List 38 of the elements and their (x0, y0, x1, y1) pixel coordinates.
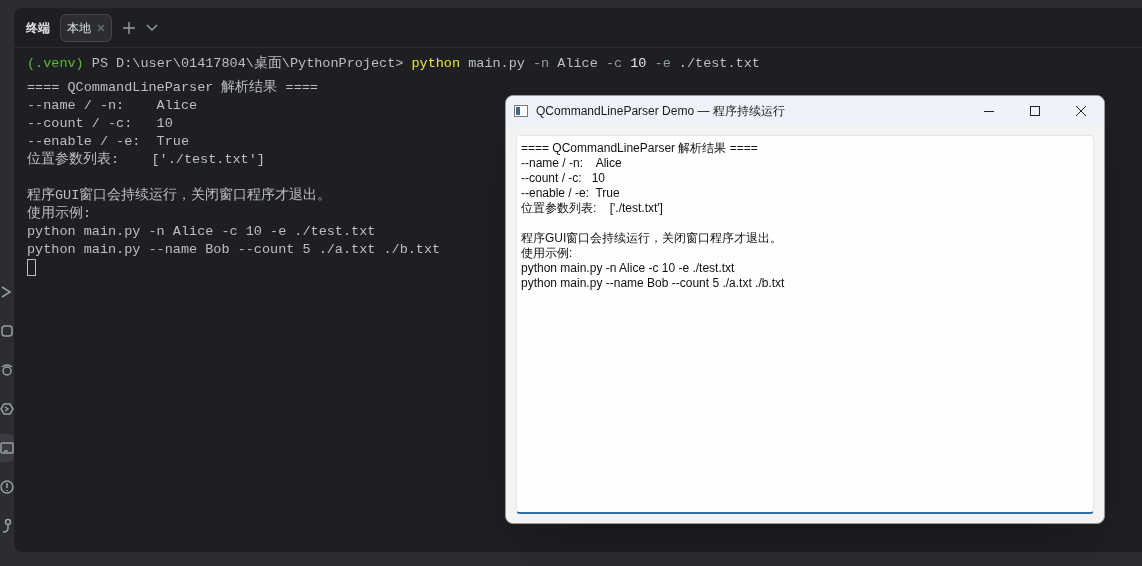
app-icon (514, 105, 528, 117)
run-icon[interactable] (0, 284, 14, 300)
text-line: --count / -c: 10 (521, 171, 606, 186)
text-line: ==== QCommandLineParser 解析结果 ==== (521, 141, 758, 156)
output-line: ==== QCommandLineParser 解析结果 ==== (27, 79, 318, 97)
text-line: --name / -n: Alice (521, 156, 622, 171)
python-icon[interactable] (0, 323, 14, 339)
text-line: 程序GUI窗口会持续运行，关闭窗口程序才退出。 (521, 231, 783, 246)
python-packages-icon[interactable] (0, 362, 14, 378)
text-line: python main.py --name Bob --count 5 ./a.txt ./b.txt (521, 276, 785, 291)
output-line: python main.py -n Alice -c 10 -e ./test.txt (27, 223, 376, 241)
tool-window-title: 终端 (26, 19, 50, 37)
output-line: --enable / -e: True (27, 133, 190, 151)
window-title: QCommandLineParser Demo — 程序持续运行 (536, 103, 785, 120)
terminal-tab[interactable]: 本地 (60, 13, 112, 42)
text-line: python main.py -n Alice -c 10 -e ./test.txt (521, 261, 735, 276)
terminal-icon[interactable] (0, 440, 14, 456)
text-line: 位置参数列表: ['./test.txt'] (521, 201, 663, 216)
output-line: 程序GUI窗口会持续运行，关闭窗口程序才退出。 (27, 187, 332, 205)
close-icon (1076, 106, 1086, 116)
prompt-line: (.venv) PS D:\user\01417804\桌面\PythonProject> python main.py -n Alice -c 10 -e ./test.txt (27, 55, 761, 73)
add-icon[interactable] (122, 20, 136, 35)
git-icon[interactable] (0, 518, 14, 534)
close-icon[interactable] (97, 23, 105, 32)
chevron-down-icon[interactable] (146, 23, 158, 32)
output-line: python main.py --name Bob --count 5 ./a.txt ./b.txt (27, 241, 441, 259)
output-line: 位置参数列表: ['./test.txt'] (27, 151, 265, 169)
tab-label: 本地 (67, 19, 91, 37)
minimize-icon (984, 110, 994, 112)
services-icon[interactable] (0, 401, 14, 417)
output-line: --count / -c: 10 (27, 115, 173, 133)
text-line: 使用示例: (521, 246, 573, 261)
maximize-icon (1030, 106, 1040, 116)
output-line: 使用示例: (27, 205, 92, 223)
output-line: --name / -n: Alice (27, 97, 198, 115)
text-line: --enable / -e: True (521, 186, 620, 201)
text-area[interactable] (516, 135, 1094, 514)
problems-icon[interactable] (0, 479, 14, 495)
